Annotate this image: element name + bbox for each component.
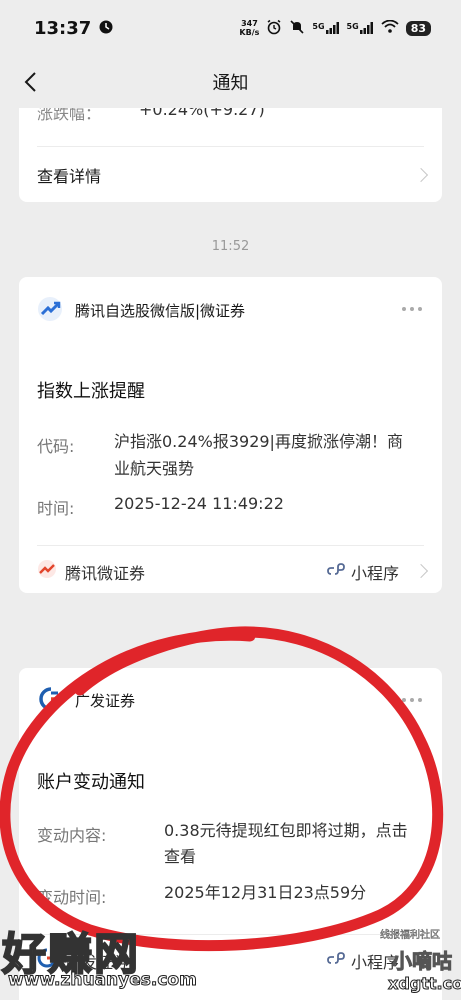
code-value-line2: 业航天强势 <box>114 459 195 478</box>
notification-title: 指数上涨提醒 <box>37 381 145 402</box>
community-watermark: 线报福利社区 <box>380 930 441 942</box>
notification-title: 账户变动通知 <box>37 772 145 793</box>
code-label: 代码: <box>37 437 75 456</box>
footer-name: 腾讯微证券 <box>65 564 146 583</box>
notification-card-tencent[interactable]: 腾讯自选股微信版|微证券 指数上涨提醒 代码: 沪指涨0.24%报3929|再度… <box>19 277 442 593</box>
net-speed-unit: KB/s <box>239 28 260 37</box>
notification-card-partial: 涨跌幅： +0.24%(+9.27) 查看详情 <box>19 108 442 202</box>
gf-securities-logo-icon <box>39 687 63 715</box>
app-notification-icon <box>99 18 113 39</box>
change-value: +0.24%(+9.27) <box>139 108 265 119</box>
content-value-line1: 0.38元待提现红包即将过期，点击 <box>164 821 408 840</box>
page-title: 通知 <box>212 73 249 94</box>
change-time-label: 变动时间: <box>37 888 107 907</box>
status-left: 13:37 <box>34 18 113 39</box>
tencent-stock-logo-icon <box>37 296 63 326</box>
change-time-value: 2025年12月31日23点59分 <box>164 883 367 902</box>
net-speed-value: 347 <box>241 19 258 28</box>
time-label: 时间: <box>37 499 75 518</box>
source-name: 广发证券 <box>75 692 136 710</box>
more-icon[interactable] <box>402 698 422 702</box>
view-details-link[interactable]: 查看详情 <box>19 147 442 202</box>
chevron-right-icon <box>413 167 429 183</box>
notification-list[interactable]: 涨跌幅： +0.24%(+9.27) 查看详情 11:52 腾讯自选股微信版|微… <box>0 108 461 1000</box>
site-watermark-url: www.zhuanyes.com <box>8 970 198 991</box>
mini-program-link[interactable]: 腾讯微证券 小程序 <box>19 546 442 593</box>
code-value-line1: 沪指涨0.24%报3929|再度掀涨停潮！商 <box>114 432 403 451</box>
source-name: 腾讯自选股微信版|微证券 <box>75 302 246 320</box>
status-right: 347 KB/s 5G 5G 83 <box>239 19 431 38</box>
back-arrow-icon[interactable] <box>20 68 44 96</box>
timestamp-separator: 11:52 <box>211 239 250 254</box>
wifi-icon <box>381 19 399 36</box>
nav-bar: 通知 <box>0 56 461 108</box>
net-speed: 347 KB/s <box>239 19 259 37</box>
view-details-label: 查看详情 <box>37 167 102 186</box>
tencent-wzq-icon <box>37 559 57 583</box>
signal-icon-1: 5G <box>312 22 339 34</box>
content-label: 变动内容: <box>37 826 107 845</box>
content-value-line2: 查看 <box>164 847 197 866</box>
signal-icon-2: 5G <box>347 22 374 34</box>
brand-watermark: 小嘀咕 <box>392 949 453 974</box>
more-icon[interactable] <box>402 307 422 311</box>
mini-program-icon <box>327 560 345 582</box>
mute-icon <box>289 19 305 38</box>
change-label: 涨跌幅： <box>37 108 102 123</box>
status-time: 13:37 <box>34 17 92 39</box>
chevron-right-icon <box>413 563 429 579</box>
alarm-icon <box>266 19 282 38</box>
brand-watermark-url: xdgtt.com <box>388 974 461 994</box>
status-bar: 13:37 347 KB/s 5G 5G 83 <box>0 0 461 56</box>
battery-indicator: 83 <box>405 20 431 36</box>
mini-program-icon <box>327 949 345 971</box>
footer-type: 小程序 <box>351 564 400 583</box>
time-value: 2025-12-24 11:49:22 <box>114 494 284 513</box>
